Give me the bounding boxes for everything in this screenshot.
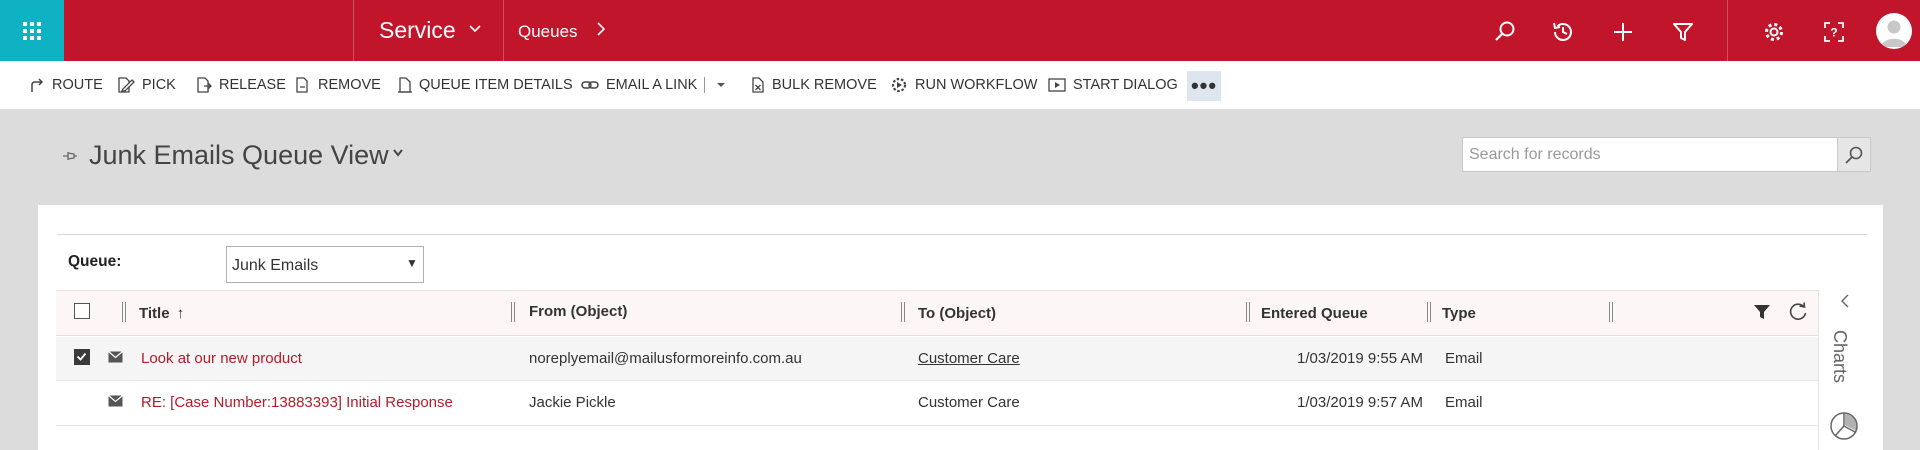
link-icon: [581, 81, 599, 89]
column-header-to[interactable]: To (Object): [918, 305, 996, 322]
charts-pane-label[interactable]: Charts: [1829, 330, 1850, 383]
view-selector-chevron-icon[interactable]: [392, 146, 404, 161]
check-icon: [76, 352, 87, 361]
column-header-type[interactable]: Type: [1442, 305, 1476, 322]
more-icon: •••: [1190, 73, 1218, 98]
chevron-right-icon[interactable]: [594, 19, 608, 45]
refresh-icon[interactable]: [1787, 301, 1809, 328]
email-icon: [108, 350, 123, 368]
filter-icon[interactable]: [1671, 20, 1695, 44]
column-header-entered-queue[interactable]: Entered Queue: [1261, 305, 1368, 322]
app-name[interactable]: Service: [379, 17, 456, 44]
column-resize-handle[interactable]: [901, 302, 905, 322]
row-to: Customer Care: [918, 394, 1020, 411]
grid-filter-icon[interactable]: [1752, 302, 1772, 327]
workflow-icon: [891, 77, 907, 93]
route-icon: [31, 78, 44, 92]
row-title-link[interactable]: RE: [Case Number:13883393] Initial Respo…: [141, 394, 453, 411]
view-title[interactable]: Junk Emails Queue View: [89, 140, 389, 171]
pick-label: PICK: [142, 77, 176, 93]
pick-button[interactable]: PICK: [117, 61, 176, 109]
route-label: ROUTE: [52, 77, 103, 93]
queue-select-value: Junk Emails: [232, 257, 319, 274]
bulk-remove-button[interactable]: BULK REMOVE: [751, 61, 877, 109]
run-workflow-label: RUN WORKFLOW: [915, 77, 1038, 93]
gear-icon[interactable]: [1762, 20, 1786, 44]
column-header-from[interactable]: From (Object): [529, 303, 627, 320]
column-header-title-label: Title: [139, 305, 170, 322]
plus-icon[interactable]: [1611, 20, 1635, 44]
breadcrumb-queues[interactable]: Queues: [518, 22, 578, 42]
column-resize-handle[interactable]: [1609, 302, 1613, 322]
queue-filter-label: Queue:: [68, 253, 122, 270]
chevron-left-icon[interactable]: [1839, 292, 1851, 315]
email-a-link-button[interactable]: EMAIL A LINK: [581, 61, 697, 109]
bulk-remove-icon: [752, 77, 764, 93]
search-icon: [1845, 146, 1863, 164]
queue-item-details-button[interactable]: QUEUE ITEM DETAILS: [398, 61, 573, 109]
row-entered-queue: 1/03/2019 9:55 AM: [1297, 350, 1423, 367]
app-launcher-button[interactable]: [0, 0, 64, 61]
route-button[interactable]: ROUTE: [29, 61, 103, 109]
email-a-link-split-separator: [704, 61, 705, 109]
queue-item-details-label: QUEUE ITEM DETAILS: [419, 77, 573, 93]
nav-divider: [353, 0, 354, 61]
divider: [57, 234, 1867, 235]
dropdown-arrow-icon: ▼: [406, 256, 418, 270]
release-button[interactable]: RELEASE: [196, 61, 286, 109]
release-label: RELEASE: [219, 77, 286, 93]
select-all-checkbox[interactable]: [74, 303, 90, 319]
help-icon[interactable]: ?: [1822, 20, 1846, 44]
pie-chart-icon[interactable]: [1829, 411, 1859, 446]
command-bar: ROUTE PICK RELEASE REMOVE QUEUE ITEM DET…: [0, 61, 1920, 109]
dialog-icon: [1048, 78, 1066, 92]
column-header-title[interactable]: Title ↑: [139, 305, 184, 322]
row-type: Email: [1445, 394, 1483, 411]
remove-label: REMOVE: [318, 77, 381, 93]
sort-ascending-icon: ↑: [176, 305, 185, 322]
email-icon: [108, 394, 123, 412]
search-box: [1462, 137, 1838, 172]
remove-icon: [296, 77, 308, 93]
row-type: Email: [1445, 350, 1483, 367]
release-icon: [197, 77, 212, 93]
chevron-down-icon[interactable]: [468, 20, 482, 41]
svg-text:?: ?: [1830, 26, 1837, 40]
column-resize-handle[interactable]: [122, 302, 126, 322]
run-workflow-button[interactable]: RUN WORKFLOW: [890, 61, 1037, 109]
nav-divider: [1727, 0, 1728, 61]
column-resize-handle[interactable]: [511, 302, 515, 322]
column-resize-handle[interactable]: [1427, 302, 1431, 322]
remove-button[interactable]: REMOVE: [295, 61, 381, 109]
row-title-link[interactable]: Look at our new product: [141, 350, 302, 367]
document-icon: [398, 77, 412, 93]
queue-select[interactable]: Junk Emails ▼: [226, 246, 424, 283]
search-button[interactable]: [1837, 137, 1871, 172]
waffle-icon: [23, 21, 41, 40]
email-a-link-label: EMAIL A LINK: [606, 77, 698, 93]
start-dialog-label: START DIALOG: [1073, 77, 1178, 93]
pin-icon[interactable]: [62, 149, 78, 166]
chevron-down-icon: [717, 83, 725, 87]
row-from: noreplyemail@mailusformoreinfo.com.au: [529, 350, 802, 367]
row-checkbox[interactable]: [74, 349, 90, 365]
history-icon[interactable]: [1551, 20, 1575, 44]
row-to-link[interactable]: Customer Care: [918, 350, 1020, 367]
column-resize-handle[interactable]: [1246, 302, 1250, 322]
nav-divider: [503, 0, 504, 61]
more-commands-button[interactable]: •••: [1187, 71, 1221, 101]
avatar[interactable]: [1876, 13, 1912, 49]
search-input[interactable]: [1463, 138, 1838, 171]
search-icon[interactable]: [1493, 20, 1517, 44]
top-navigation-bar: Service Queues ?: [0, 0, 1920, 61]
start-dialog-button[interactable]: START DIALOG: [1048, 61, 1178, 109]
pick-icon: [118, 77, 135, 93]
bulk-remove-label: BULK REMOVE: [772, 77, 877, 93]
row-from: Jackie Pickle: [529, 394, 616, 411]
row-entered-queue: 1/03/2019 9:57 AM: [1297, 394, 1423, 411]
email-a-link-dropdown[interactable]: [715, 61, 734, 109]
